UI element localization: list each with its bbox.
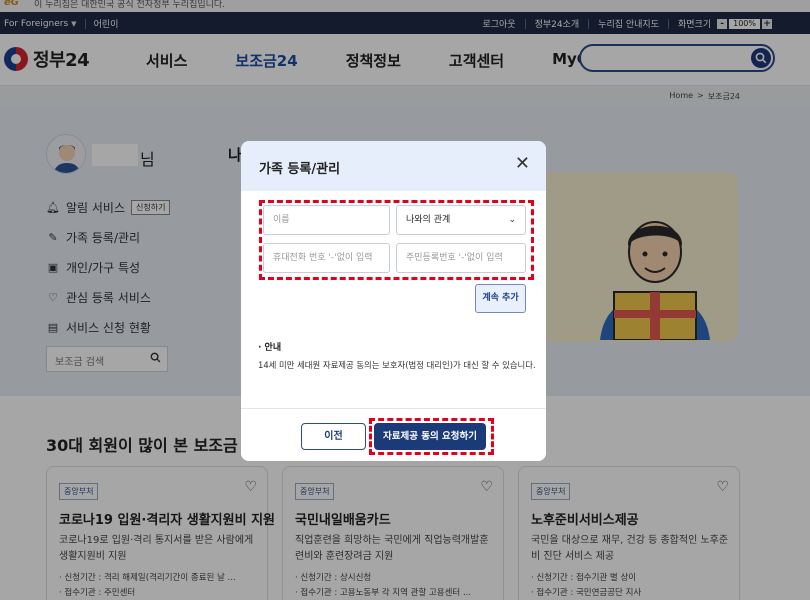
phone-input-placeholder: 휴대전화 번호 '-'없이 입력: [273, 253, 373, 263]
family-register-modal: 가족 등록/관리 ✕ 이름 나와의 관계 ⌄ 휴대전화 번호 '-'없이 입력 …: [241, 141, 546, 461]
request-consent-button[interactable]: 자료제공 동의 요청하기: [374, 423, 486, 450]
rrn-input[interactable]: 주민등록번호 '-'없이 입력: [396, 243, 526, 273]
notice-text: 14세 미만 세대원 자료제공 동의는 보호자(법정 대리인)가 대신 할 수 …: [258, 360, 536, 370]
rrn-input-placeholder: 주민등록번호 '-'없이 입력: [406, 253, 503, 263]
phone-input[interactable]: 휴대전화 번호 '-'없이 입력: [263, 243, 390, 273]
add-more-button[interactable]: 계속 추가: [475, 284, 526, 313]
relation-select-value: 나와의 관계: [406, 215, 451, 225]
name-input-placeholder: 이름: [273, 215, 290, 225]
close-icon[interactable]: ✕: [515, 154, 530, 174]
notice-heading: · 안내: [258, 343, 282, 353]
prev-button[interactable]: 이전: [301, 423, 366, 450]
chevron-down-icon: ⌄: [508, 215, 516, 225]
modal-header: 가족 등록/관리 ✕: [241, 141, 546, 191]
modal-footer: 이전 자료제공 동의 요청하기: [241, 408, 546, 461]
relation-select[interactable]: 나와의 관계 ⌄: [396, 205, 526, 235]
name-input[interactable]: 이름: [263, 205, 390, 235]
modal-title: 가족 등록/관리: [259, 162, 341, 177]
